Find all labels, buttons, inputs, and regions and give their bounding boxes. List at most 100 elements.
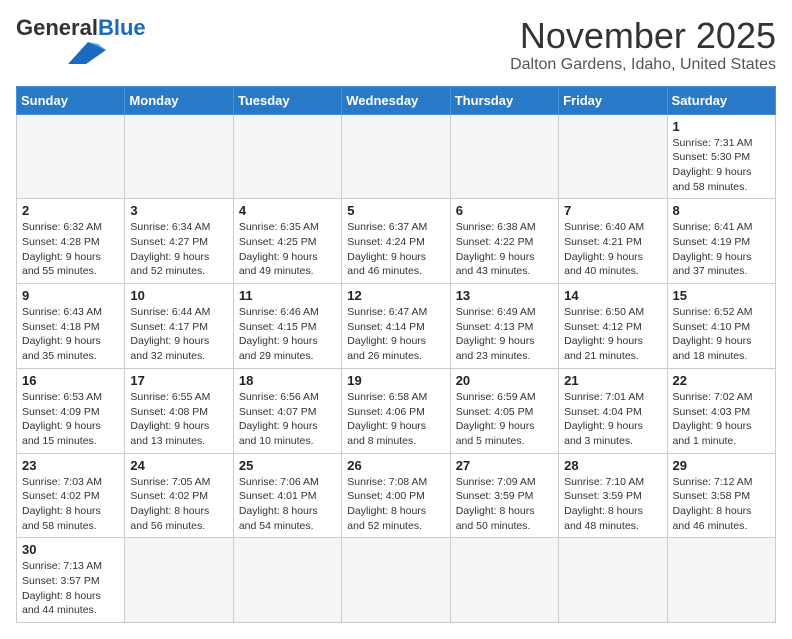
- day-number: 18: [239, 373, 336, 388]
- calendar-cell: [667, 538, 775, 623]
- day-info: Sunrise: 6:38 AM Sunset: 4:22 PM Dayligh…: [456, 220, 553, 279]
- calendar-cell: 15 Sunrise: 6:52 AM Sunset: 4:10 PM Dayli…: [667, 284, 775, 369]
- calendar-table: SundayMondayTuesdayWednesdayThursdayFrid…: [16, 86, 776, 624]
- calendar-cell: 18 Sunrise: 6:56 AM Sunset: 4:07 PM Dayli…: [233, 368, 341, 453]
- calendar-week-row: 2 Sunrise: 6:32 AM Sunset: 4:28 PM Daylig…: [17, 199, 776, 284]
- day-number: 20: [456, 373, 553, 388]
- day-info: Sunrise: 7:31 AM Sunset: 5:30 PM Dayligh…: [673, 136, 770, 195]
- logo-blue: Blue: [98, 15, 146, 40]
- day-number: 23: [22, 458, 119, 473]
- day-info: Sunrise: 6:44 AM Sunset: 4:17 PM Dayligh…: [130, 305, 227, 364]
- calendar-cell: 10 Sunrise: 6:44 AM Sunset: 4:17 PM Dayli…: [125, 284, 233, 369]
- day-info: Sunrise: 6:53 AM Sunset: 4:09 PM Dayligh…: [22, 390, 119, 449]
- day-number: 24: [130, 458, 227, 473]
- day-info: Sunrise: 7:02 AM Sunset: 4:03 PM Dayligh…: [673, 390, 770, 449]
- weekday-header-tuesday: Tuesday: [233, 86, 341, 114]
- calendar-cell: 8 Sunrise: 6:41 AM Sunset: 4:19 PM Daylig…: [667, 199, 775, 284]
- day-info: Sunrise: 6:52 AM Sunset: 4:10 PM Dayligh…: [673, 305, 770, 364]
- day-number: 5: [347, 203, 444, 218]
- day-info: Sunrise: 6:47 AM Sunset: 4:14 PM Dayligh…: [347, 305, 444, 364]
- calendar-cell: [17, 114, 125, 199]
- calendar-cell: 26 Sunrise: 7:08 AM Sunset: 4:00 PM Dayli…: [342, 453, 450, 538]
- day-info: Sunrise: 7:06 AM Sunset: 4:01 PM Dayligh…: [239, 475, 336, 534]
- calendar-cell: 21 Sunrise: 7:01 AM Sunset: 4:04 PM Dayli…: [559, 368, 667, 453]
- calendar-cell: [342, 114, 450, 199]
- day-info: Sunrise: 6:55 AM Sunset: 4:08 PM Dayligh…: [130, 390, 227, 449]
- weekday-header-sunday: Sunday: [17, 86, 125, 114]
- day-number: 13: [456, 288, 553, 303]
- calendar-cell: 24 Sunrise: 7:05 AM Sunset: 4:02 PM Dayli…: [125, 453, 233, 538]
- day-number: 2: [22, 203, 119, 218]
- calendar-cell: [450, 538, 558, 623]
- calendar-cell: 5 Sunrise: 6:37 AM Sunset: 4:24 PM Daylig…: [342, 199, 450, 284]
- calendar-cell: [233, 114, 341, 199]
- day-number: 16: [22, 373, 119, 388]
- calendar-cell: [559, 538, 667, 623]
- day-number: 8: [673, 203, 770, 218]
- calendar-week-row: 23 Sunrise: 7:03 AM Sunset: 4:02 PM Dayli…: [17, 453, 776, 538]
- day-number: 1: [673, 119, 770, 134]
- day-info: Sunrise: 6:50 AM Sunset: 4:12 PM Dayligh…: [564, 305, 661, 364]
- day-info: Sunrise: 7:12 AM Sunset: 3:58 PM Dayligh…: [673, 475, 770, 534]
- calendar-week-row: 16 Sunrise: 6:53 AM Sunset: 4:09 PM Dayli…: [17, 368, 776, 453]
- day-number: 10: [130, 288, 227, 303]
- weekday-header-row: SundayMondayTuesdayWednesdayThursdayFrid…: [17, 86, 776, 114]
- day-info: Sunrise: 7:05 AM Sunset: 4:02 PM Dayligh…: [130, 475, 227, 534]
- calendar-cell: [233, 538, 341, 623]
- logo-general: General: [16, 15, 98, 40]
- day-number: 15: [673, 288, 770, 303]
- weekday-header-thursday: Thursday: [450, 86, 558, 114]
- day-info: Sunrise: 6:58 AM Sunset: 4:06 PM Dayligh…: [347, 390, 444, 449]
- page-header: GeneralBlue November 2025 Dalton Gardens…: [16, 16, 776, 74]
- calendar-cell: 6Sunrise: 6:38 AM Sunset: 4:22 PM Daylig…: [450, 199, 558, 284]
- day-number: 12: [347, 288, 444, 303]
- day-number: 30: [22, 542, 119, 557]
- calendar-cell: 1 Sunrise: 7:31 AM Sunset: 5:30 PM Daylig…: [667, 114, 775, 199]
- calendar-cell: 2 Sunrise: 6:32 AM Sunset: 4:28 PM Daylig…: [17, 199, 125, 284]
- calendar-week-row: 9 Sunrise: 6:43 AM Sunset: 4:18 PM Daylig…: [17, 284, 776, 369]
- calendar-cell: 28Sunrise: 7:10 AM Sunset: 3:59 PM Dayli…: [559, 453, 667, 538]
- calendar-cell: [125, 538, 233, 623]
- logo-bird-icon: [68, 42, 106, 64]
- calendar-cell: 29 Sunrise: 7:12 AM Sunset: 3:58 PM Dayli…: [667, 453, 775, 538]
- calendar-cell: 14 Sunrise: 6:50 AM Sunset: 4:12 PM Dayli…: [559, 284, 667, 369]
- day-info: Sunrise: 6:41 AM Sunset: 4:19 PM Dayligh…: [673, 220, 770, 279]
- calendar-cell: 3Sunrise: 6:34 AM Sunset: 4:27 PM Daylig…: [125, 199, 233, 284]
- day-number: 14: [564, 288, 661, 303]
- calendar-cell: 13 Sunrise: 6:49 AM Sunset: 4:13 PM Dayli…: [450, 284, 558, 369]
- calendar-cell: 16 Sunrise: 6:53 AM Sunset: 4:09 PM Dayli…: [17, 368, 125, 453]
- calendar-cell: 20Sunrise: 6:59 AM Sunset: 4:05 PM Dayli…: [450, 368, 558, 453]
- day-number: 28: [564, 458, 661, 473]
- calendar-cell: 12 Sunrise: 6:47 AM Sunset: 4:14 PM Dayli…: [342, 284, 450, 369]
- day-info: Sunrise: 6:37 AM Sunset: 4:24 PM Dayligh…: [347, 220, 444, 279]
- day-info: Sunrise: 6:43 AM Sunset: 4:18 PM Dayligh…: [22, 305, 119, 364]
- day-info: Sunrise: 6:32 AM Sunset: 4:28 PM Dayligh…: [22, 220, 119, 279]
- day-info: Sunrise: 7:01 AM Sunset: 4:04 PM Dayligh…: [564, 390, 661, 449]
- day-number: 7: [564, 203, 661, 218]
- day-number: 11: [239, 288, 336, 303]
- weekday-header-saturday: Saturday: [667, 86, 775, 114]
- day-info: Sunrise: 7:08 AM Sunset: 4:00 PM Dayligh…: [347, 475, 444, 534]
- day-number: 29: [673, 458, 770, 473]
- day-number: 27: [456, 458, 553, 473]
- day-info: Sunrise: 6:49 AM Sunset: 4:13 PM Dayligh…: [456, 305, 553, 364]
- day-info: Sunrise: 6:34 AM Sunset: 4:27 PM Dayligh…: [130, 220, 227, 279]
- month-year-title: November 2025: [510, 16, 776, 56]
- day-info: Sunrise: 6:56 AM Sunset: 4:07 PM Dayligh…: [239, 390, 336, 449]
- calendar-cell: 22Sunrise: 7:02 AM Sunset: 4:03 PM Dayli…: [667, 368, 775, 453]
- day-number: 26: [347, 458, 444, 473]
- day-number: 21: [564, 373, 661, 388]
- calendar-cell: 30Sunrise: 7:13 AM Sunset: 3:57 PM Dayli…: [17, 538, 125, 623]
- calendar-cell: 25 Sunrise: 7:06 AM Sunset: 4:01 PM Dayli…: [233, 453, 341, 538]
- day-number: 4: [239, 203, 336, 218]
- day-number: 25: [239, 458, 336, 473]
- day-info: Sunrise: 7:03 AM Sunset: 4:02 PM Dayligh…: [22, 475, 119, 534]
- calendar-week-row: 30Sunrise: 7:13 AM Sunset: 3:57 PM Dayli…: [17, 538, 776, 623]
- day-number: 9: [22, 288, 119, 303]
- calendar-week-row: 1 Sunrise: 7:31 AM Sunset: 5:30 PM Daylig…: [17, 114, 776, 199]
- weekday-header-monday: Monday: [125, 86, 233, 114]
- calendar-cell: [559, 114, 667, 199]
- calendar-cell: [342, 538, 450, 623]
- calendar-cell: [450, 114, 558, 199]
- day-info: Sunrise: 6:40 AM Sunset: 4:21 PM Dayligh…: [564, 220, 661, 279]
